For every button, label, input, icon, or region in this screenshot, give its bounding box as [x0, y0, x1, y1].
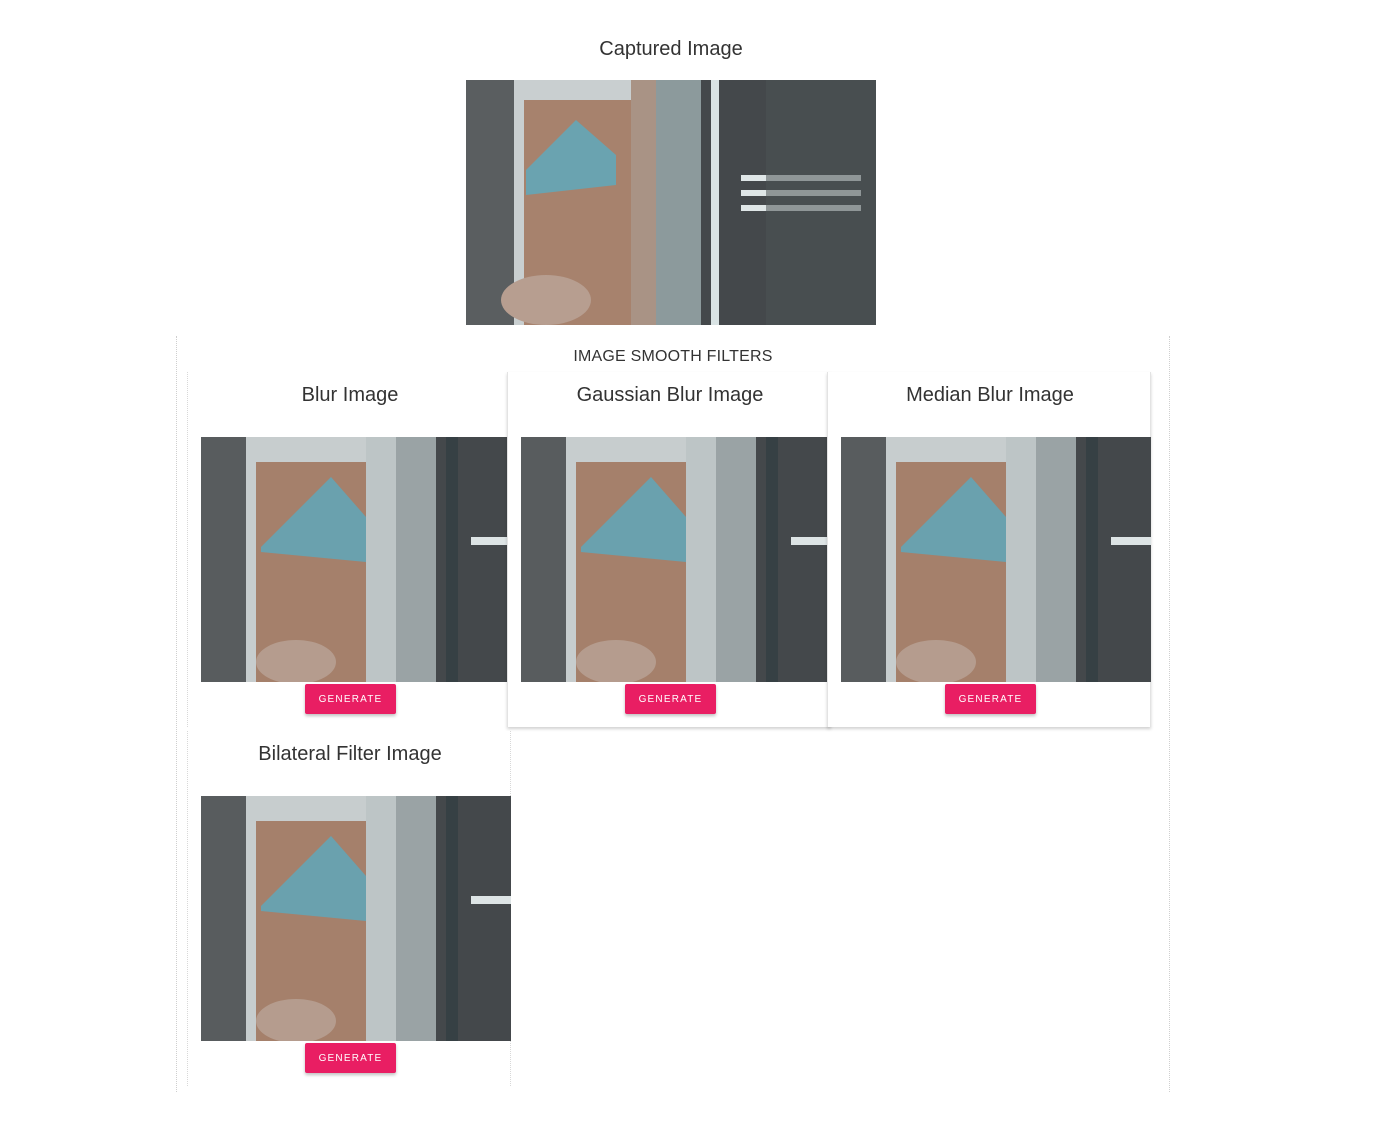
generate-button[interactable]: GENERATE [625, 684, 716, 714]
blur-photo-graphic [201, 437, 511, 682]
bilateral-photo-graphic [201, 796, 511, 1041]
card-title: Median Blur Image [906, 384, 1074, 406]
median-photo-graphic [841, 437, 1151, 682]
captured-photo-graphic [466, 80, 876, 325]
filters-heading: IMAGE SMOOTH FILTERS [573, 348, 773, 365]
gaussian-blur-image-card: Gaussian Blur Image GENERATE [507, 372, 831, 727]
generate-button[interactable]: GENERATE [305, 684, 396, 714]
median-blur-image [841, 437, 1151, 682]
bilateral-filter-image [201, 796, 511, 1041]
blur-image-card: Blur Image GENERATE [187, 372, 511, 727]
card-title: Blur Image [301, 384, 399, 406]
captured-image-title: Captured Image [599, 38, 743, 60]
bilateral-filter-image-card: Bilateral Filter Image GENERATE [187, 731, 511, 1086]
gaussian-blur-image [521, 437, 831, 682]
captured-image [466, 80, 876, 325]
card-title: Bilateral Filter Image [258, 743, 442, 765]
blur-image [201, 437, 511, 682]
card-title: Gaussian Blur Image [576, 384, 764, 406]
generate-button[interactable]: GENERATE [945, 684, 1036, 714]
median-blur-image-card: Median Blur Image GENERATE [827, 372, 1151, 727]
generate-button[interactable]: GENERATE [305, 1043, 396, 1073]
gaussian-photo-graphic [521, 437, 831, 682]
